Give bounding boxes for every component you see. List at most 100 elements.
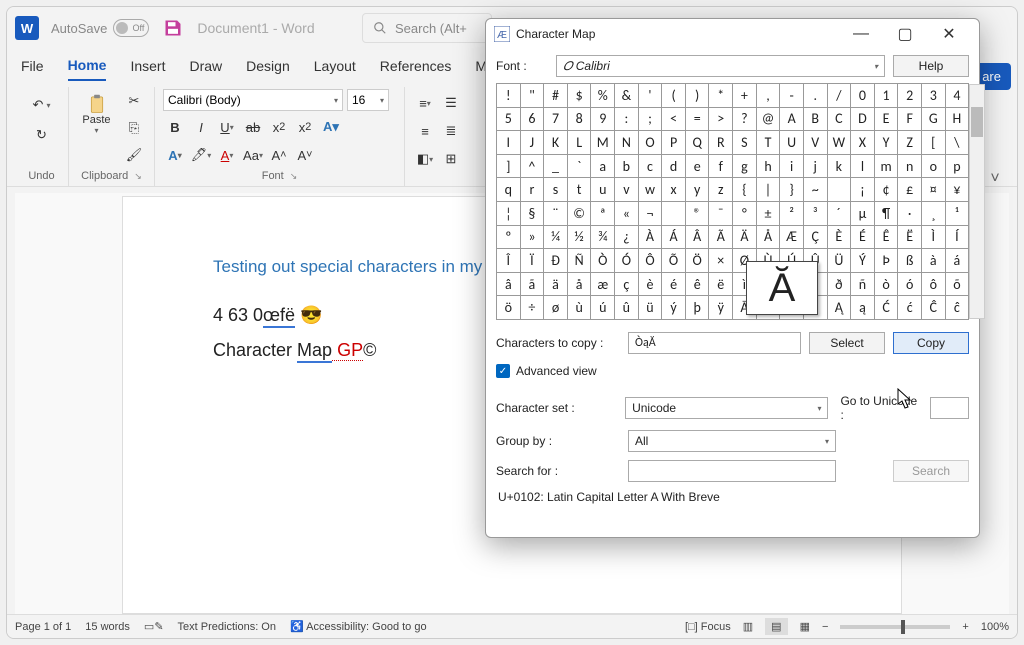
char-cell[interactable]: ª — [591, 202, 614, 225]
char-cell[interactable]: Õ — [662, 249, 685, 272]
autosave-toggle[interactable]: AutoSave Off — [51, 19, 149, 37]
char-cell[interactable]: t — [568, 178, 591, 201]
char-cell[interactable]: ć — [898, 296, 921, 319]
save-icon[interactable] — [161, 16, 185, 40]
char-cell[interactable]: ­ — [662, 202, 685, 225]
char-cell[interactable]: ß — [898, 249, 921, 272]
char-cell[interactable]: - — [780, 84, 803, 107]
numbering-button[interactable]: ☰ — [439, 91, 463, 115]
char-cell[interactable]: © — [568, 202, 591, 225]
char-cell[interactable]: w — [639, 178, 662, 201]
status-words[interactable]: 15 words — [85, 621, 130, 633]
shading-button[interactable]: ◧▾ — [413, 147, 437, 171]
char-cell[interactable]: ' — [639, 84, 662, 107]
status-page[interactable]: Page 1 of 1 — [15, 621, 71, 633]
char-cell[interactable]: ^ — [521, 155, 544, 178]
char-cell[interactable]: & — [615, 84, 638, 107]
char-cell[interactable]: è — [639, 273, 662, 296]
char-cell[interactable]: W — [828, 131, 851, 154]
char-cell[interactable]: p — [946, 155, 969, 178]
char-cell[interactable]: T — [757, 131, 780, 154]
char-cell[interactable]: g — [733, 155, 756, 178]
char-cell[interactable]: d — [662, 155, 685, 178]
paste-button[interactable]: Paste ▾ — [77, 89, 116, 139]
char-cell[interactable]: z — [709, 178, 732, 201]
char-cell[interactable]: . — [804, 84, 827, 107]
charset-select[interactable]: Unicode▾ — [625, 397, 828, 419]
char-cell[interactable]: Ñ — [568, 249, 591, 272]
char-cell[interactable]: > — [709, 108, 732, 131]
copy-button[interactable]: ⎘ — [122, 116, 146, 140]
char-cell[interactable]: × — [709, 249, 732, 272]
minimize-button[interactable]: — — [839, 20, 883, 48]
char-cell[interactable]: u — [591, 178, 614, 201]
grow-font-button[interactable]: A˄ — [267, 143, 291, 167]
char-cell[interactable]: £ — [898, 178, 921, 201]
char-cell[interactable]: G — [922, 108, 945, 131]
char-cell[interactable]: % — [591, 84, 614, 107]
char-cell[interactable]: ¡ — [851, 178, 874, 201]
char-cell[interactable]: Æ — [780, 226, 803, 249]
char-cell[interactable]: f — [709, 155, 732, 178]
char-cell[interactable]: S — [733, 131, 756, 154]
toggle-switch-icon[interactable]: Off — [113, 19, 149, 37]
char-cell[interactable]: Þ — [875, 249, 898, 272]
tab-draw[interactable]: Draw — [189, 52, 222, 80]
char-cell[interactable]: V — [804, 131, 827, 154]
char-cell[interactable]: Q — [686, 131, 709, 154]
char-cell[interactable]: Ê — [875, 226, 898, 249]
char-cell[interactable]: û — [615, 296, 638, 319]
char-cell[interactable]: Ĉ — [922, 296, 945, 319]
char-cell[interactable]: ã — [521, 273, 544, 296]
font-size-select[interactable]: 16▾ — [347, 89, 389, 111]
char-cell[interactable]: ¶ — [875, 202, 898, 225]
char-cell[interactable]: 4 — [946, 84, 969, 107]
launcher-icon[interactable]: ↘ — [290, 171, 298, 182]
char-cell[interactable]: Ò — [591, 249, 614, 272]
char-cell[interactable]: M — [591, 131, 614, 154]
char-cell[interactable]: X — [851, 131, 874, 154]
char-cell[interactable]: Ć — [875, 296, 898, 319]
font-color-button[interactable]: A▾ — [215, 143, 239, 167]
char-cell[interactable]: 8 — [568, 108, 591, 131]
char-cell[interactable]: s — [544, 178, 567, 201]
zoom-slider[interactable] — [840, 625, 950, 629]
char-cell[interactable]: ö — [497, 296, 520, 319]
char-cell[interactable]: ½ — [568, 226, 591, 249]
char-cell[interactable]: « — [615, 202, 638, 225]
char-cell[interactable]: à — [922, 249, 945, 272]
char-cell[interactable]: { — [733, 178, 756, 201]
char-cell[interactable]: L — [568, 131, 591, 154]
char-cell[interactable]: ê — [686, 273, 709, 296]
char-cell[interactable]: ° — [733, 202, 756, 225]
char-cell[interactable]: ¦ — [497, 202, 520, 225]
char-cell[interactable]: ä — [544, 273, 567, 296]
char-cell[interactable]: ( — [662, 84, 685, 107]
groupby-select[interactable]: All▾ — [628, 430, 836, 452]
char-cell[interactable]: » — [521, 226, 544, 249]
char-cell[interactable]: $ — [568, 84, 591, 107]
char-cell[interactable]: ¸ — [922, 202, 945, 225]
char-cell[interactable]: o — [922, 155, 945, 178]
char-cell[interactable]: I — [497, 131, 520, 154]
char-cell[interactable]: 5 — [497, 108, 520, 131]
char-cell[interactable]: Ó — [615, 249, 638, 272]
shrink-font-button[interactable]: A˅ — [293, 143, 317, 167]
char-cell[interactable]: é — [662, 273, 685, 296]
char-cell[interactable]: F — [898, 108, 921, 131]
char-cell[interactable]: ü — [639, 296, 662, 319]
char-cell[interactable]: ) — [686, 84, 709, 107]
char-cell[interactable]: ë — [709, 273, 732, 296]
char-cell[interactable]: ¢ — [875, 178, 898, 201]
char-cell[interactable]: / — [828, 84, 851, 107]
char-cell[interactable]: ô — [922, 273, 945, 296]
char-cell[interactable]: ĉ — [946, 296, 969, 319]
char-cell[interactable]: Ï — [521, 249, 544, 272]
underline-button[interactable]: U▾ — [215, 115, 239, 139]
char-cell[interactable]: k — [828, 155, 851, 178]
char-cell[interactable]: ² — [780, 202, 803, 225]
char-cell[interactable]: á — [946, 249, 969, 272]
char-cell[interactable]: # — [544, 84, 567, 107]
char-cell[interactable]: ? — [733, 108, 756, 131]
char-cell[interactable]: J — [521, 131, 544, 154]
